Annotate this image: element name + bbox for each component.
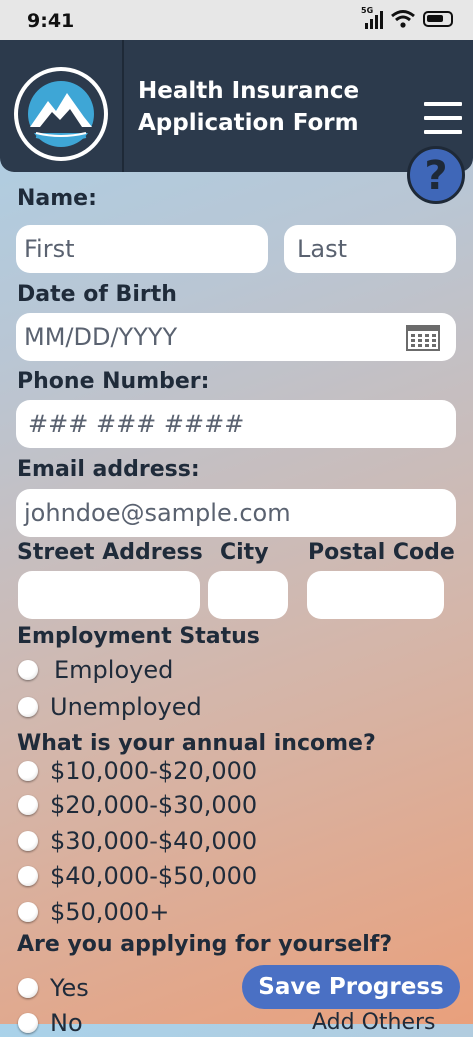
cellular-signal-icon: 5G [361,6,383,29]
network-type: 5G [361,6,374,15]
colorado-health-logo [14,67,108,161]
radio-button[interactable] [18,660,38,680]
email-input[interactable]: johndoe@sample.com [16,489,456,537]
radio-label: $50,000+ [50,898,170,926]
applying-option-yes[interactable]: Yes [18,974,89,1002]
city-label: City [220,540,269,565]
applying-for-self-label: Are you applying for yourself? [17,932,393,957]
radio-button[interactable] [18,902,38,922]
radio-label: $30,000-$40,000 [50,827,258,855]
income-option[interactable]: $30,000-$40,000 [18,827,257,855]
income-option[interactable]: $10,000-$20,000 [18,757,257,785]
radio-label: No [50,1009,83,1037]
income-option[interactable]: $20,000-$30,000 [18,791,257,819]
radio-label: Yes [50,974,89,1002]
radio-button[interactable] [18,795,38,815]
postal-code-label: Postal Code [308,540,455,565]
income-label: What is your annual income? [17,731,376,756]
radio-button[interactable] [18,866,38,886]
radio-label: $10,000-$20,000 [50,757,258,785]
radio-button[interactable] [18,831,38,851]
status-time: 9:41 [27,10,75,32]
employment-option-employed[interactable]: Employed [18,656,173,684]
employment-status-label: Employment Status [17,624,260,649]
add-others-link[interactable]: Add Others [312,1010,436,1035]
street-address-label: Street Address [17,540,203,565]
employment-option-unemployed[interactable]: Unemployed [18,693,202,721]
dob-input[interactable]: MM/DD/YYYY [16,313,456,361]
radio-label: $40,000-$50,000 [50,862,258,890]
wifi-icon [391,10,415,28]
first-name-input[interactable]: First [16,225,268,273]
applying-option-no[interactable]: No [18,1009,83,1037]
income-option[interactable]: $40,000-$50,000 [18,862,257,890]
radio-button[interactable] [18,697,38,717]
phone-label: Phone Number: [17,369,210,394]
help-question-icon[interactable]: ? [407,146,465,204]
status-icons: 5G [361,6,453,29]
dob-label: Date of Birth [17,282,177,307]
postal-code-input[interactable] [307,571,444,619]
dob-placeholder: MM/DD/YYYY [24,323,178,351]
status-bar: 9:41 5G [0,0,473,40]
hamburger-menu-icon[interactable] [424,102,462,136]
radio-label: Unemployed [50,693,202,721]
battery-icon [423,11,453,27]
save-progress-button[interactable]: Save Progress [242,965,460,1009]
radio-button[interactable] [18,761,38,781]
name-label: Name: [17,186,97,211]
radio-button[interactable] [18,1013,38,1033]
city-input[interactable] [208,571,288,619]
app-header: Health Insurance Application Form ? [0,40,473,204]
page-title: Health Insurance Application Form [138,78,360,136]
radio-label: Employed [54,656,174,684]
radio-button[interactable] [18,978,38,998]
radio-label: $20,000-$30,000 [50,791,258,819]
logo-container [0,40,124,172]
email-label: Email address: [17,457,200,482]
last-name-input[interactable]: Last [284,225,456,273]
income-option[interactable]: $50,000+ [18,898,169,926]
calendar-icon[interactable] [406,325,440,351]
street-address-input[interactable] [18,571,200,619]
phone-input[interactable]: ### ### #### [16,400,456,448]
